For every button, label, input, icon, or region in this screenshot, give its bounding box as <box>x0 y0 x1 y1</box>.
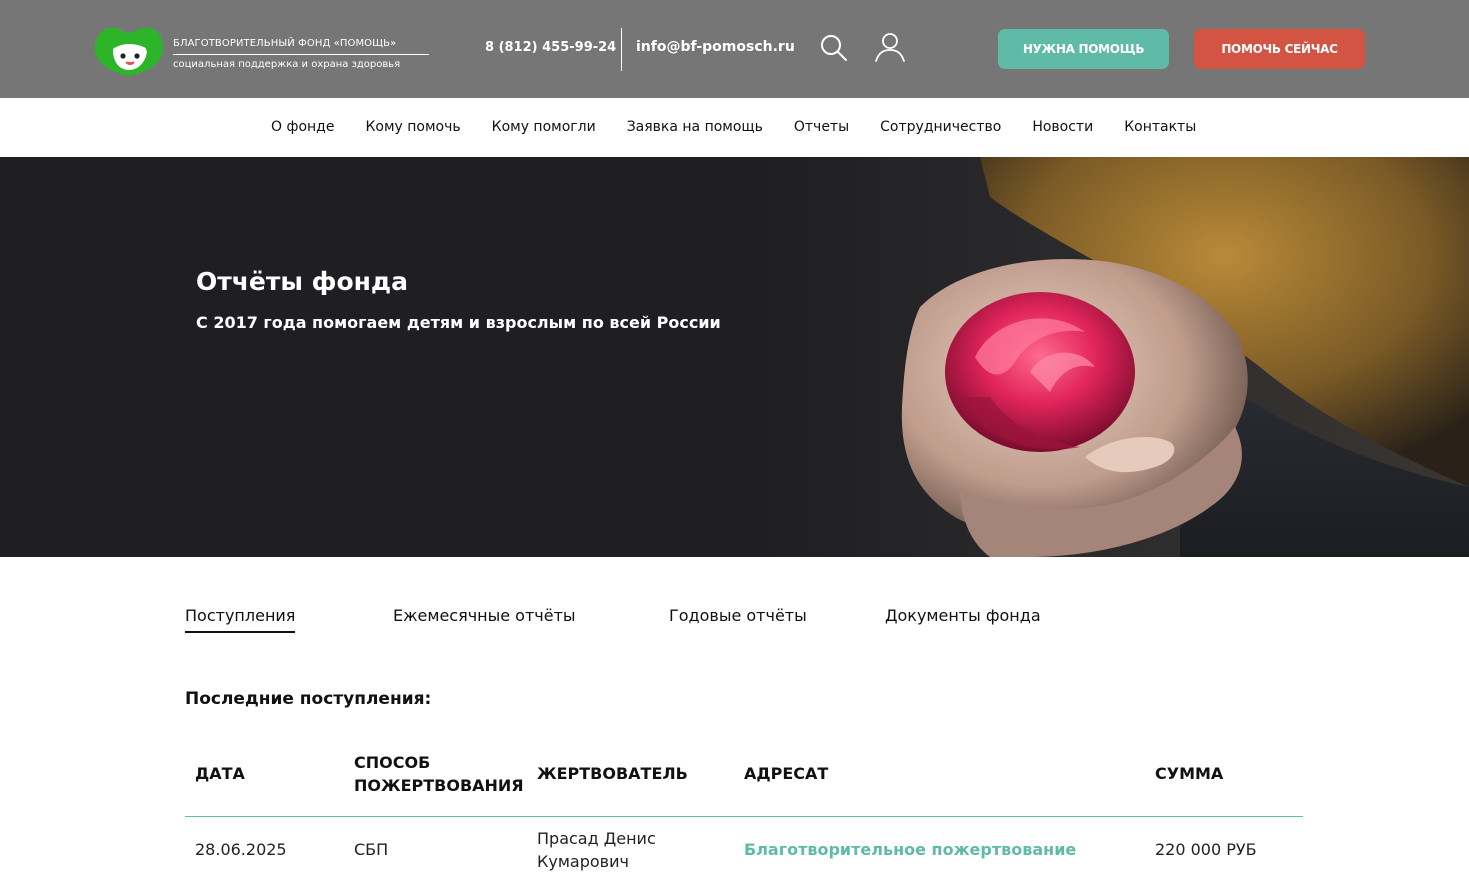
main-navigation: О фонде Кому помочь Кому помогли Заявка … <box>0 98 1469 157</box>
nav-item-who-to-help[interactable]: Кому помочь <box>365 119 460 135</box>
table-header-divider <box>185 816 1303 817</box>
column-header-amount: СУММА <box>1155 764 1224 783</box>
tab-monthly-reports[interactable]: Ежемесячные отчёты <box>393 606 576 631</box>
section-title: Последние поступления: <box>185 689 432 709</box>
nav-item-about[interactable]: О фонде <box>271 119 334 135</box>
cell-donor: Прасад Денис Кумарович <box>537 829 656 871</box>
nav-item-partnership[interactable]: Сотрудничество <box>880 119 1001 135</box>
hero-title: Отчёты фонда <box>196 267 408 296</box>
hero-rose-in-hands-image <box>0 157 1469 557</box>
brand-tagline: социальная поддержка и охрана здоровья <box>173 59 401 70</box>
tab-annual-reports[interactable]: Годовые отчёты <box>669 606 807 631</box>
hero-banner: Отчёты фонда С 2017 года помогаем детям … <box>0 157 1469 557</box>
phone-link[interactable]: 8 (812) 455-99-24 <box>485 40 616 55</box>
heart-face-logo-icon[interactable] <box>93 20 165 78</box>
cell-method: СБП <box>354 840 389 859</box>
cell-recipient-link[interactable]: Благотворительное пожертвование <box>744 838 1144 861</box>
nav-item-reports[interactable]: Отчеты <box>794 119 849 135</box>
tab-fund-documents[interactable]: Документы фонда <box>885 606 1041 631</box>
column-header-donor: ЖЕРТВОВАТЕЛЬ <box>537 764 688 783</box>
brand-name: БЛАГОТВОРИТЕЛЬНЫЙ ФОНД «ПОМОЩЬ» <box>173 38 429 55</box>
email-link[interactable]: info@bf-pomosch.ru <box>636 39 795 55</box>
column-header-date: ДАТА <box>195 764 245 783</box>
nav-list: О фонде Кому помочь Кому помогли Заявка … <box>271 119 1227 135</box>
help-now-button[interactable]: ПОМОЧЬ СЕЙЧАС <box>1194 29 1365 69</box>
column-header-method: СПОСОБ ПОЖЕРТВОВАНИЯ <box>354 753 524 795</box>
nav-item-news[interactable]: Новости <box>1032 119 1093 135</box>
cell-date: 28.06.2025 <box>195 840 287 859</box>
nav-item-request[interactable]: Заявка на помощь <box>627 119 763 135</box>
top-header-bar: БЛАГОТВОРИТЕЛЬНЫЙ ФОНД «ПОМОЩЬ» социальн… <box>0 0 1469 98</box>
tab-receipts[interactable]: Поступления <box>185 606 296 633</box>
brand-block[interactable]: БЛАГОТВОРИТЕЛЬНЫЙ ФОНД «ПОМОЩЬ» социальн… <box>173 38 429 70</box>
user-icon[interactable] <box>872 28 908 64</box>
search-icon[interactable] <box>815 30 851 66</box>
need-help-button[interactable]: НУЖНА ПОМОЩЬ <box>998 29 1169 69</box>
column-header-recipient: АДРЕСАТ <box>744 764 829 783</box>
hero-subtitle: С 2017 года помогаем детям и взрослым по… <box>196 313 721 332</box>
cell-amount: 220 000 РУБ <box>1155 840 1257 859</box>
nav-item-contacts[interactable]: Контакты <box>1124 119 1196 135</box>
header-divider <box>621 28 622 71</box>
nav-item-helped[interactable]: Кому помогли <box>492 119 596 135</box>
